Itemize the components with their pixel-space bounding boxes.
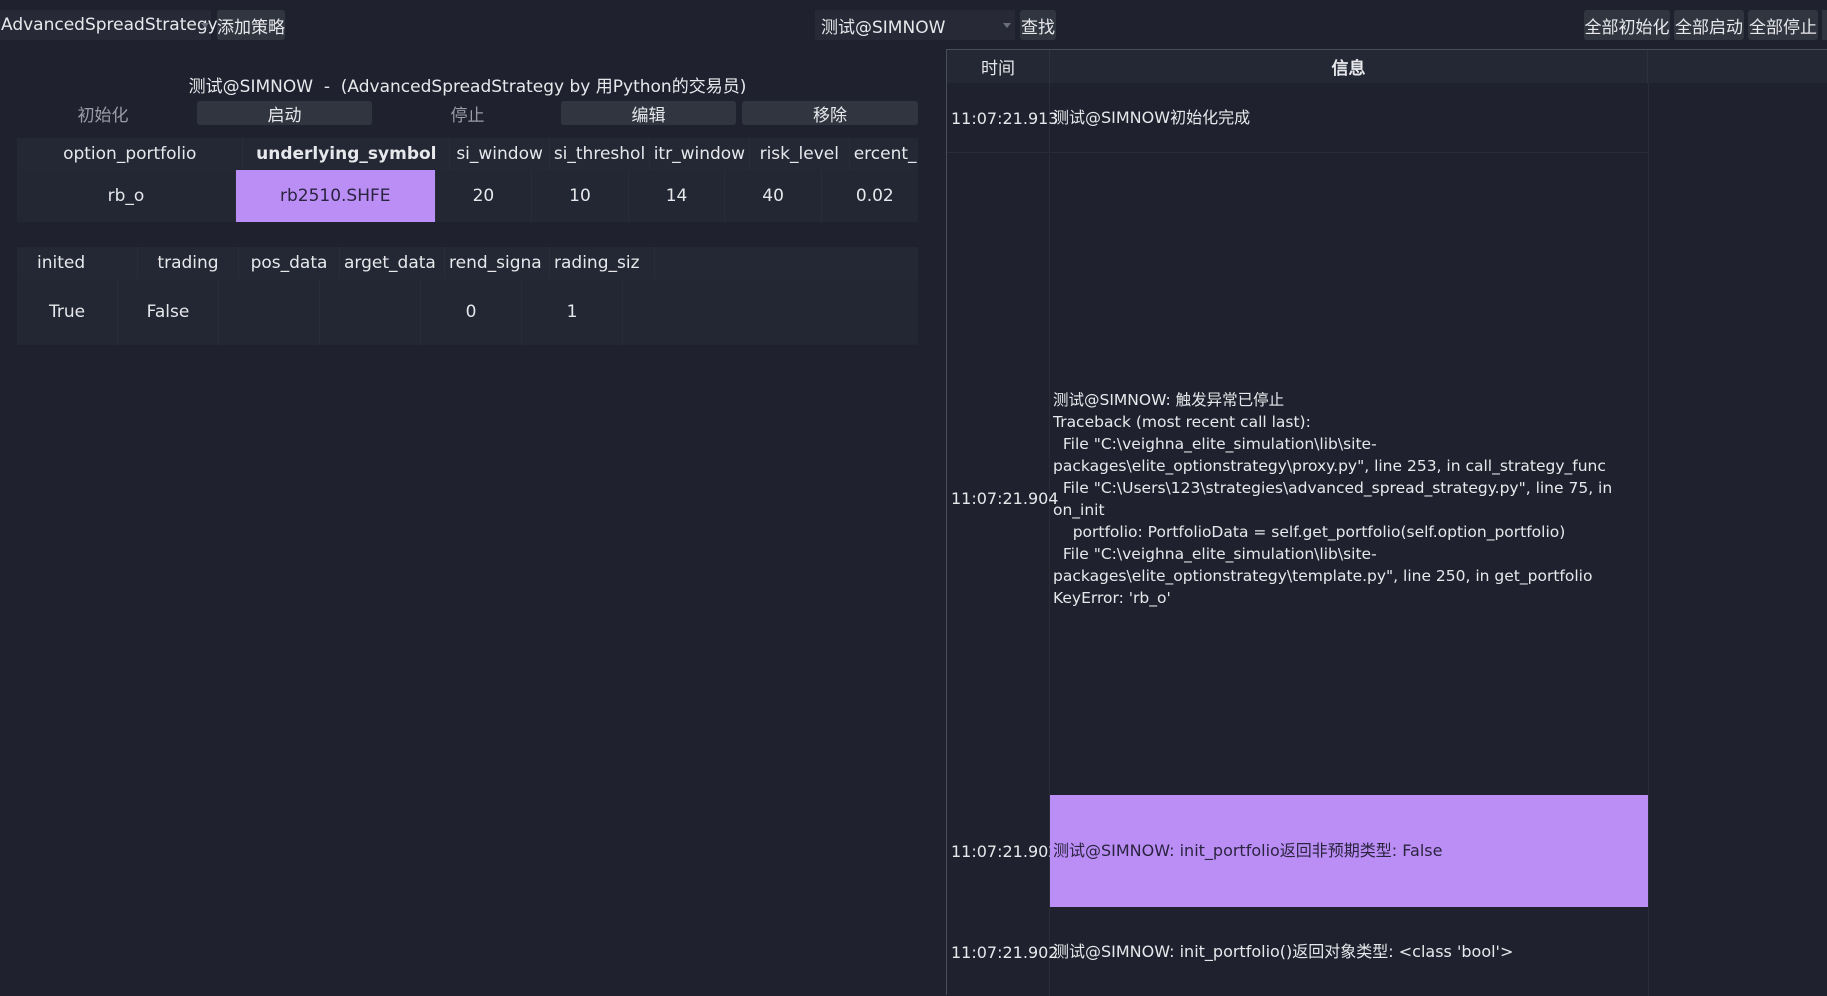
log-time: 11:07:21.902 bbox=[947, 795, 1058, 907]
log-time: 11:07:21.913 bbox=[947, 83, 1058, 153]
var-header: rend_signa bbox=[445, 247, 550, 279]
var-value: 0 bbox=[421, 279, 522, 345]
var-header: trading bbox=[138, 247, 239, 279]
log-row: 11:07:21.913 测试@SIMNOW初始化完成 bbox=[947, 83, 1648, 153]
search-account-select[interactable]: 测试@SIMNOW bbox=[815, 10, 1015, 40]
parameters-header-row: option_portfolio underlying_symbol si_wi… bbox=[17, 138, 918, 170]
start-button[interactable]: 启动 bbox=[197, 101, 372, 126]
var-value: True bbox=[17, 279, 118, 345]
log-header-message: 信息 bbox=[1050, 50, 1648, 83]
chevron-down-icon bbox=[201, 23, 209, 28]
search-account-value: 测试@SIMNOW bbox=[821, 17, 946, 38]
log-message: 测试@SIMNOW: init_portfolio()返回对象类型: <clas… bbox=[1053, 942, 1514, 961]
log-header-row: 时间 信息 bbox=[947, 50, 1827, 83]
variables-value-row: True False 0 1 bbox=[17, 279, 918, 345]
add-strategy-button[interactable]: 添加策略 bbox=[217, 10, 285, 40]
log-header-time: 时间 bbox=[947, 50, 1050, 83]
start-all-button[interactable]: 全部启动 bbox=[1674, 10, 1744, 40]
param-header: underlying_symbol bbox=[243, 138, 451, 170]
variables-table: inited trading pos_data arget_data rend_… bbox=[17, 247, 918, 347]
var-header: rading_siz bbox=[550, 247, 655, 279]
log-row: 11:07:21.904 测试@SIMNOW: 触发异常已停止 Tracebac… bbox=[947, 154, 1648, 843]
param-value: 20 bbox=[436, 170, 533, 222]
var-header: arget_data bbox=[340, 247, 445, 279]
param-value: 0.02 bbox=[855, 186, 894, 206]
param-value: 10 bbox=[532, 170, 629, 222]
param-header: option_portfolio bbox=[17, 138, 244, 170]
edit-button[interactable]: 编辑 bbox=[561, 101, 736, 126]
var-value bbox=[320, 279, 421, 345]
strategy-class-select[interactable]: AdvancedSpreadStrategy bbox=[0, 10, 218, 40]
param-header: si_threshol bbox=[550, 138, 650, 170]
log-panel: 时间 信息 11:07:21.913 测试@SIMNOW初始化完成 11:07:… bbox=[946, 49, 1827, 996]
remove-button[interactable]: 移除 bbox=[742, 101, 918, 126]
param-header: si_window bbox=[450, 138, 551, 170]
param-value: 40 bbox=[725, 170, 822, 222]
var-header: pos_data bbox=[239, 247, 340, 279]
init-all-button[interactable]: 全部初始化 bbox=[1584, 10, 1670, 40]
log-row: 11:07:21.902 测试@SIMNOW: init_portfolio()… bbox=[947, 908, 1648, 996]
stop-all-button[interactable]: 全部停止 bbox=[1748, 10, 1818, 40]
var-header: inited bbox=[17, 247, 138, 279]
param-header: ercent_ bbox=[853, 144, 917, 164]
strategy-title: 测试@SIMNOW - (AdvancedSpreadStrategy by 用… bbox=[188, 77, 747, 97]
variables-header-row: inited trading pos_data arget_data rend_… bbox=[17, 247, 918, 279]
log-time: 11:07:21.902 bbox=[947, 908, 1058, 996]
log-message: 测试@SIMNOW初始化完成 bbox=[1053, 108, 1251, 127]
var-value bbox=[219, 279, 320, 345]
var-value: False bbox=[118, 279, 219, 345]
search-button[interactable]: 查找 bbox=[1020, 10, 1056, 40]
parameters-value-row: rb_o rb2510.SHFE 20 10 14 40 0.02 bbox=[17, 170, 918, 222]
stop-button[interactable]: 停止 bbox=[380, 101, 555, 126]
chevron-down-icon bbox=[1003, 23, 1011, 28]
param-value-selected[interactable]: rb2510.SHFE bbox=[235, 170, 436, 222]
param-value: 14 bbox=[629, 170, 726, 222]
init-button[interactable]: 初始化 bbox=[17, 101, 189, 126]
log-row: 11:07:21.902 测试@SIMNOW: init_portfolio返回… bbox=[947, 795, 1648, 907]
param-header: risk_level bbox=[750, 138, 850, 170]
log-message: 测试@SIMNOW: 触发异常已停止 Traceback (most recen… bbox=[1053, 390, 1613, 607]
log-time: 11:07:21.904 bbox=[947, 154, 1058, 843]
var-value: 1 bbox=[522, 279, 623, 345]
param-value: rb_o bbox=[17, 170, 236, 222]
log-message-selected[interactable]: 测试@SIMNOW: init_portfolio返回非预期类型: False bbox=[1050, 795, 1648, 907]
toolbar-edge bbox=[1822, 10, 1827, 40]
param-header: itr_window bbox=[650, 138, 750, 170]
strategy-class-value: AdvancedSpreadStrategy bbox=[1, 15, 218, 35]
strategy-panel: 测试@SIMNOW - (AdvancedSpreadStrategy by 用… bbox=[0, 48, 940, 995]
log-column-divider bbox=[1648, 83, 1649, 996]
